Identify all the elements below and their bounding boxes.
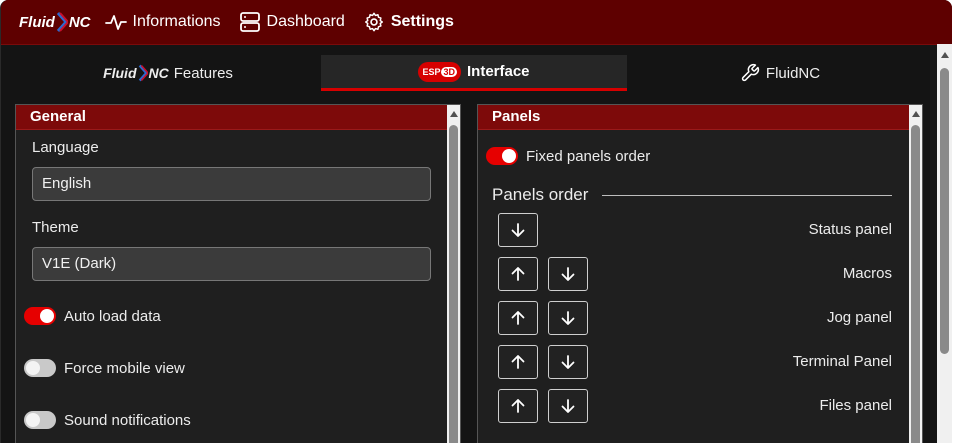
brand-mark-icon [138, 64, 148, 82]
move-up-button[interactable] [498, 345, 538, 379]
settings-tabs: Fluid NC Features ESP 3D Interface Fluid… [15, 55, 933, 91]
panels-scrollbar[interactable] [909, 105, 922, 443]
tab-fluidnc[interactable]: FluidNC [627, 55, 933, 91]
arrow-up-icon [511, 267, 525, 281]
toggle-knob [40, 309, 54, 323]
scroll-up-icon[interactable] [912, 111, 920, 117]
toggle-knob [26, 413, 40, 427]
tab-features[interactable]: Fluid NC Features [15, 55, 321, 91]
brand-text-right: NC [68, 13, 91, 31]
brand-mark-icon [56, 12, 68, 32]
general-panel: General Language English Theme V1E (Dark… [15, 104, 461, 443]
general-panel-title: General [16, 105, 460, 130]
section-divider [602, 195, 892, 196]
arrow-down-icon [561, 267, 575, 281]
brand-logo[interactable]: Fluid NC [19, 12, 91, 32]
move-down-button[interactable] [548, 301, 588, 335]
language-select[interactable]: English [32, 167, 431, 201]
wrench-icon [741, 63, 759, 82]
activity-icon [104, 15, 127, 30]
fixed-order-label: Fixed panels order [526, 147, 651, 165]
nav-dashboard[interactable]: Dashboard [239, 11, 345, 33]
move-down-button[interactable] [548, 257, 588, 291]
move-up-button[interactable] [498, 301, 538, 335]
language-label: Language [32, 139, 99, 156]
toggle-knob [26, 361, 40, 375]
page-scrollbar[interactable] [937, 44, 952, 443]
fixed-order-toggle-row[interactable]: Fixed panels order [486, 147, 650, 165]
nav-informations-label: Informations [132, 13, 221, 30]
move-down-button[interactable] [498, 213, 538, 247]
theme-select[interactable]: V1E (Dark) [32, 247, 431, 281]
nav-settings[interactable]: Settings [363, 11, 454, 33]
panels-panel: Panels Fixed panels order Panels order S… [477, 104, 923, 443]
general-scrollbar[interactable] [447, 105, 460, 443]
fixed-order-toggle[interactable] [486, 147, 518, 165]
scroll-up-icon[interactable] [941, 52, 949, 58]
nav-dashboard-label: Dashboard [266, 13, 345, 30]
move-up-button[interactable] [498, 389, 538, 423]
move-down-button[interactable] [548, 345, 588, 379]
force-mobile-toggle[interactable] [24, 359, 56, 377]
panels-order-title: Panels order [492, 185, 589, 204]
panels-panel-title: Panels [478, 105, 922, 130]
auto-load-toggle-row[interactable]: Auto load data [24, 307, 161, 325]
move-down-button[interactable] [548, 389, 588, 423]
arrow-down-icon [561, 355, 575, 369]
server-icon [239, 12, 260, 32]
scroll-thumb[interactable] [940, 68, 949, 354]
move-up-button[interactable] [498, 257, 538, 291]
panel-order-label: Files panel [819, 397, 892, 414]
tab-interface[interactable]: ESP 3D Interface [321, 55, 627, 91]
scroll-thumb[interactable] [911, 125, 920, 443]
tab-brand-left: Fluid [103, 65, 137, 81]
arrow-up-icon [511, 355, 525, 369]
arrow-down-icon [561, 311, 575, 325]
panel-order-label: Status panel [808, 221, 892, 238]
top-navbar: Fluid NC Informations Dashboard Settings [1, 0, 952, 45]
brand-text-left: Fluid [19, 13, 55, 31]
app-window: Fluid NC Informations Dashboard Settings… [0, 0, 952, 443]
panel-order-label: Jog panel [826, 309, 892, 326]
force-mobile-toggle-row[interactable]: Force mobile view [24, 359, 185, 377]
nav-informations[interactable]: Informations [104, 13, 221, 31]
tab-brand-right: NC [148, 65, 169, 81]
tab-features-label: Features [173, 64, 233, 82]
toggle-knob [502, 149, 516, 163]
arrow-down-icon [511, 223, 525, 237]
gear-icon [364, 12, 383, 32]
nav-settings-label: Settings [390, 13, 454, 30]
auto-load-label: Auto load data [64, 307, 161, 325]
auto-load-toggle[interactable] [24, 307, 56, 325]
tab-fluidnc-label: FluidNC [765, 64, 821, 82]
force-mobile-label: Force mobile view [64, 359, 185, 377]
arrow-up-icon [511, 311, 525, 325]
scroll-up-icon[interactable] [450, 111, 458, 117]
arrow-down-icon [561, 399, 575, 413]
tab-interface-label: Interface [467, 63, 530, 80]
sound-notifications-label: Sound notifications [64, 411, 191, 429]
sound-notifications-toggle-row[interactable]: Sound notifications [24, 411, 191, 429]
sound-notifications-toggle[interactable] [24, 411, 56, 429]
panel-order-label: Macros [842, 265, 892, 282]
panel-order-label: Terminal Panel [792, 353, 892, 370]
theme-label: Theme [32, 219, 79, 236]
arrow-up-icon [511, 399, 525, 413]
scroll-thumb[interactable] [449, 125, 458, 443]
esp3d-logo-icon: ESP 3D [418, 61, 461, 82]
